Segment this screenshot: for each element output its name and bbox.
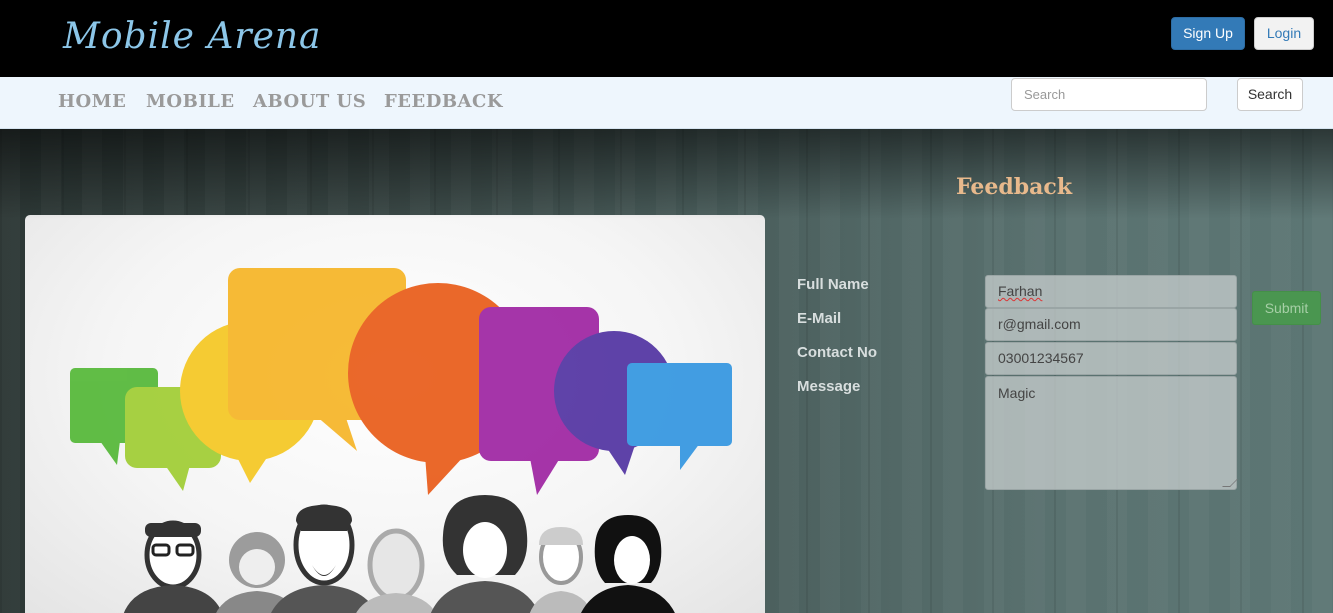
message-field[interactable]: Magic <box>985 376 1238 490</box>
contact-label: Contact No <box>797 344 877 361</box>
full-name-field[interactable]: Farhan <box>985 275 1237 308</box>
signup-button[interactable]: Sign Up <box>1171 17 1245 50</box>
email-field[interactable]: r@gmail.com <box>985 308 1237 341</box>
brand-logo[interactable]: Mobile Arena <box>63 16 322 57</box>
main-navbar: HOME MOBILE ABOUT US FEEDBACK Search <box>0 77 1333 129</box>
full-name-value: Farhan <box>998 283 1043 299</box>
message-value: Magic <box>998 385 1036 401</box>
feedback-illustration <box>25 215 765 613</box>
search-button[interactable]: Search <box>1237 78 1303 111</box>
nav-item-about-us[interactable]: ABOUT US <box>253 91 366 112</box>
nav-item-mobile[interactable]: MOBILE <box>146 91 235 112</box>
nav-item-feedback[interactable]: FEEDBACK <box>384 91 503 112</box>
search-input[interactable] <box>1011 78 1207 111</box>
email-label: E-Mail <box>797 310 842 327</box>
nav-item-home[interactable]: HOME <box>58 91 126 112</box>
resize-handle-icon[interactable] <box>1222 479 1238 487</box>
submit-button[interactable]: Submit <box>1252 291 1321 325</box>
feedback-title: Feedback <box>956 174 1073 200</box>
contact-field[interactable]: 03001234567 <box>985 342 1237 375</box>
message-label: Message <box>797 378 861 395</box>
top-header: Mobile Arena Sign Up Login <box>0 0 1333 77</box>
login-button[interactable]: Login <box>1254 17 1314 50</box>
main-content: Feedback Full Name E-Mail Contact No Mes… <box>0 129 1333 613</box>
full-name-label: Full Name <box>797 276 869 293</box>
speech-bubbles-people-illustration <box>70 268 732 613</box>
